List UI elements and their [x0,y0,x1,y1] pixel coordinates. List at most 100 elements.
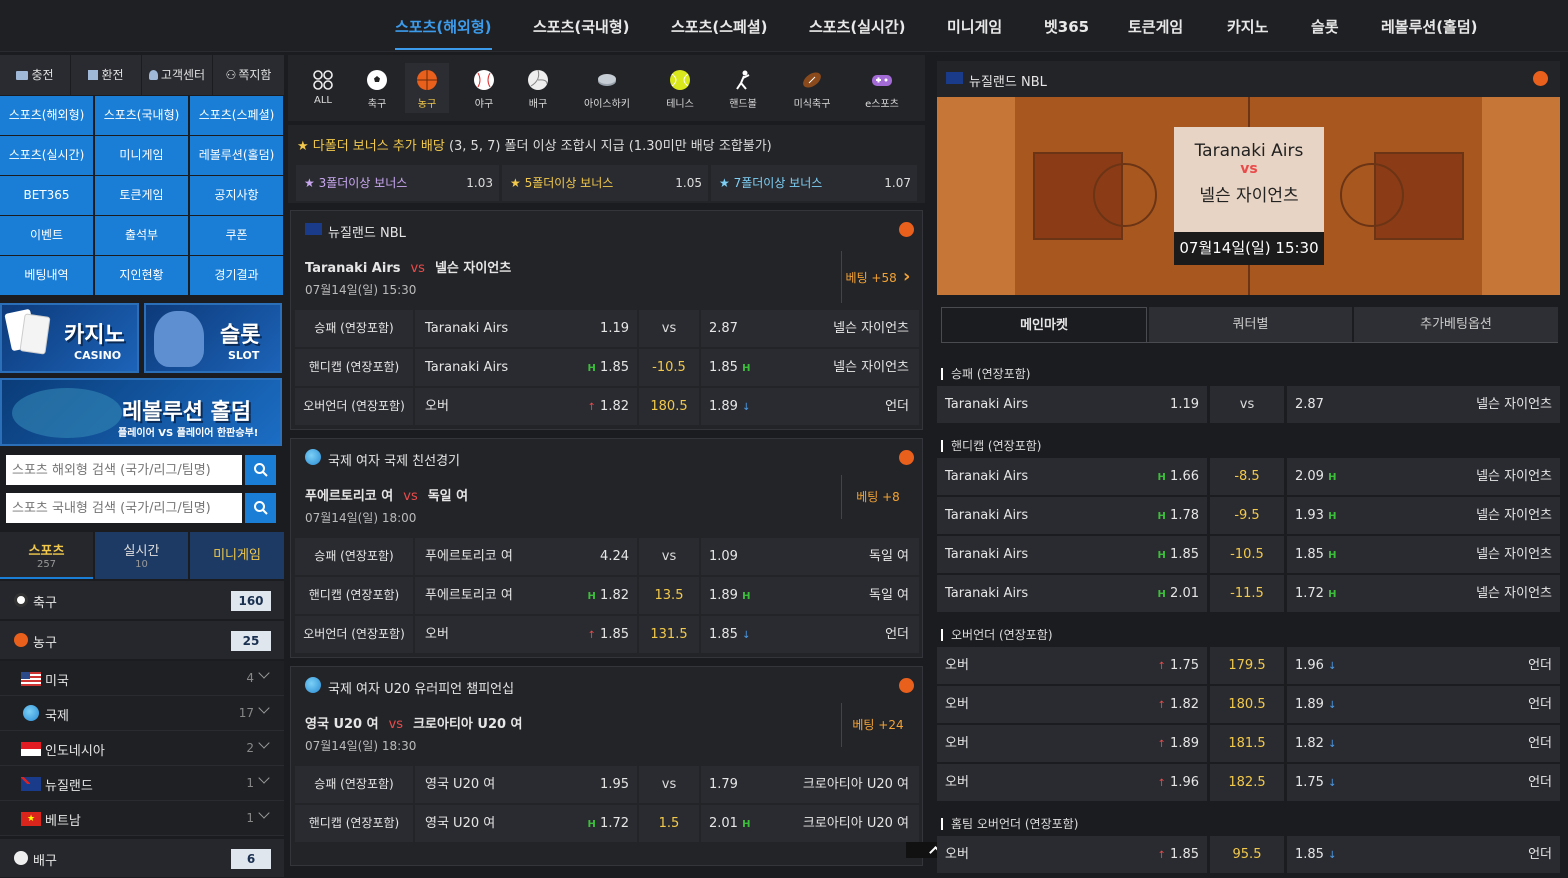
filter-basketball[interactable]: 농구 [405,63,449,113]
menu-sports-domestic[interactable]: 스포츠(국내형) [95,96,188,135]
menu-attendance[interactable]: 출석부 [95,216,188,255]
country-item-vietnam[interactable]: ★ 베트남 1 [0,801,284,836]
away-odds-button[interactable]: 1.72 H 넬슨 자이언츠 [1287,575,1560,612]
away-odds-button[interactable]: 1.82 ↓ 언더 [1287,725,1560,762]
menu-event[interactable]: 이벤트 [0,216,93,255]
nav-sports-domestic[interactable]: 스포츠(국내형) [533,0,630,52]
nav-slot[interactable]: 슬롯 [1311,0,1339,52]
home-odds-button[interactable]: 오버 ↑ 1.89 [937,725,1207,762]
bonus-item-3[interactable]: ★ 3폴더이상 보너스 1.03 [296,165,499,201]
more-bets-button[interactable]: 베팅 +24 [841,703,914,747]
away-odds-button[interactable]: 1.93 H 넬슨 자이언츠 [1287,497,1560,534]
home-odds-button[interactable]: 오버 ↑ 1.85 [937,836,1207,873]
nav-casino[interactable]: 카지노 [1227,0,1268,52]
home-odds-button[interactable]: 푸에르토리코 여 H 1.82 [415,577,637,614]
messages-button[interactable]: ⚇ 쪽지함 [213,55,284,95]
customer-center-button[interactable]: 고객센터 [142,55,213,95]
filter-american-football[interactable]: 미식축구 [786,63,838,113]
bonus-item-5[interactable]: ★ 5폴더이상 보너스 1.05 [502,165,708,201]
away-odds-button[interactable]: 1.09 독일 여 [701,538,919,575]
filter-tennis[interactable]: 테니스 [654,63,706,113]
sport-item-volleyball[interactable]: 배구 6 [0,839,284,878]
nav-token-game[interactable]: 토큰게임 [1128,0,1183,52]
tab-live[interactable]: 실시간 10 [95,532,188,579]
sport-item-basketball[interactable]: 농구 25 [0,621,284,660]
away-odds-button[interactable]: 1.85 H 넬슨 자이언츠 [1287,536,1560,573]
search-foreign-button[interactable] [245,455,276,485]
home-odds-button[interactable]: 오버 ↑ 1.75 [937,647,1207,684]
nav-sports-foreign[interactable]: 스포츠(해외형) [395,0,492,50]
menu-bet365[interactable]: BET365 [0,176,93,215]
filter-volleyball[interactable]: 배구 [512,63,564,113]
away-odds-button[interactable]: 1.79 크로아티아 U20 여 [701,766,919,803]
casino-banner[interactable]: 카지노 CASINO [0,303,139,373]
menu-referral[interactable]: 지인현황 [95,256,188,295]
home-odds-button[interactable]: Taranaki Airs 1.19 [415,310,637,347]
menu-sports-foreign[interactable]: 스포츠(해외형) [0,96,93,135]
search-foreign-input[interactable] [6,455,242,485]
home-odds-button[interactable]: 오버 ↑ 1.82 [415,388,637,425]
menu-minigame[interactable]: 미니게임 [95,136,188,175]
menu-sports-special[interactable]: 스포츠(스페셜) [190,96,283,135]
filter-all[interactable]: ALL [297,63,349,113]
country-item-international[interactable]: 국제 17 [0,696,284,731]
menu-revolution-holdem[interactable]: 레볼루션(홀덤) [190,136,283,175]
home-odds-button[interactable]: 오버 ↑ 1.82 [937,686,1207,723]
more-bets-button[interactable]: 베팅 +8 [841,475,914,519]
tab-extra-options[interactable]: 추가베팅옵션 [1354,307,1558,342]
home-odds-button[interactable]: Taranaki Airs H 1.78 [937,497,1207,534]
home-odds-button[interactable]: Taranaki Airs H 1.85 [415,349,637,386]
home-odds-button[interactable]: Taranaki Airs H 2.01 [937,575,1207,612]
away-odds-button[interactable]: 2.01 H 크로아티아 U20 여 [701,805,919,842]
filter-icehockey[interactable]: 아이스하키 [577,63,637,113]
away-odds-button[interactable]: 2.87 넬슨 자이언츠 [701,310,919,347]
away-odds-button[interactable]: 2.87 넬슨 자이언츠 [1287,386,1560,423]
home-odds-button[interactable]: 오버 ↑ 1.96 [937,764,1207,801]
tab-sports[interactable]: 스포츠 257 [0,532,93,579]
away-odds-button[interactable]: 1.85 ↓ 언더 [701,616,919,653]
nav-revolution-holdem[interactable]: 레볼루션(홀덤) [1381,0,1478,52]
search-domestic-button[interactable] [245,493,276,523]
menu-coupon[interactable]: 쿠폰 [190,216,283,255]
tab-minigame[interactable]: 미니게임 [190,532,284,579]
home-odds-button[interactable]: Taranaki Airs H 1.85 [937,536,1207,573]
menu-results[interactable]: 경기결과 [190,256,283,295]
deposit-button[interactable]: 충전 [0,55,71,95]
home-odds-button[interactable]: 푸에르토리코 여 4.24 [415,538,637,575]
filter-soccer[interactable]: 축구 [351,63,403,113]
home-odds-button[interactable]: 오버 ↑ 1.85 [415,616,637,653]
home-odds-button[interactable]: 영국 U20 여 H 1.72 [415,805,637,842]
tab-quarter[interactable]: 쿼터별 [1149,307,1352,342]
menu-bet-history[interactable]: 베팅내역 [0,256,93,295]
away-odds-button[interactable]: 1.75 ↓ 언더 [1287,764,1560,801]
bonus-item-7[interactable]: ★ 7폴더이상 보너스 1.07 [711,165,917,201]
away-odds-button[interactable]: 1.89 ↓ 언더 [701,388,919,425]
search-domestic-input[interactable] [6,493,242,523]
away-odds-button[interactable]: 2.09 H 넬슨 자이언츠 [1287,458,1560,495]
away-odds-button[interactable]: 1.89 H 독일 여 [701,577,919,614]
menu-notice[interactable]: 공지사항 [190,176,283,215]
more-bets-button[interactable]: 베팅 +58 › [841,251,914,303]
holdem-banner[interactable]: 레볼루션 홀덤 플레이어 VS 플레이어 한판승부! [0,378,282,446]
home-odds-button[interactable]: Taranaki Airs H 1.66 [937,458,1207,495]
nav-sports-special[interactable]: 스포츠(스페셜) [671,0,768,52]
country-item-indonesia[interactable]: 인도네시아 2 [0,731,284,766]
away-odds-button[interactable]: 1.85 H 넬슨 자이언츠 [701,349,919,386]
away-odds-button[interactable]: 1.96 ↓ 언더 [1287,647,1560,684]
country-item-usa[interactable]: 미국 4 [0,661,284,696]
home-odds-button[interactable]: Taranaki Airs 1.19 [937,386,1207,423]
filter-esports[interactable]: e스포츠 [856,63,908,113]
away-odds-button[interactable]: 1.89 ↓ 언더 [1287,686,1560,723]
home-odds-button[interactable]: 영국 U20 여 1.95 [415,766,637,803]
filter-handball[interactable]: 핸드볼 [717,63,769,113]
menu-token-game[interactable]: 토큰게임 [95,176,188,215]
menu-sports-live[interactable]: 스포츠(실시간) [0,136,93,175]
nav-bet365[interactable]: 벳365 [1044,0,1089,52]
nav-sports-live[interactable]: 스포츠(실시간) [809,0,906,52]
nav-minigame[interactable]: 미니게임 [947,0,1002,52]
slot-banner[interactable]: 슬롯 SLOT [144,303,282,373]
tab-main-market[interactable]: 메인마켓 [941,307,1147,342]
away-odds-button[interactable]: 1.85 ↓ 언더 [1287,836,1560,873]
filter-baseball[interactable]: 야구 [458,63,510,113]
sport-item-soccer[interactable]: 축구 160 [0,581,284,620]
